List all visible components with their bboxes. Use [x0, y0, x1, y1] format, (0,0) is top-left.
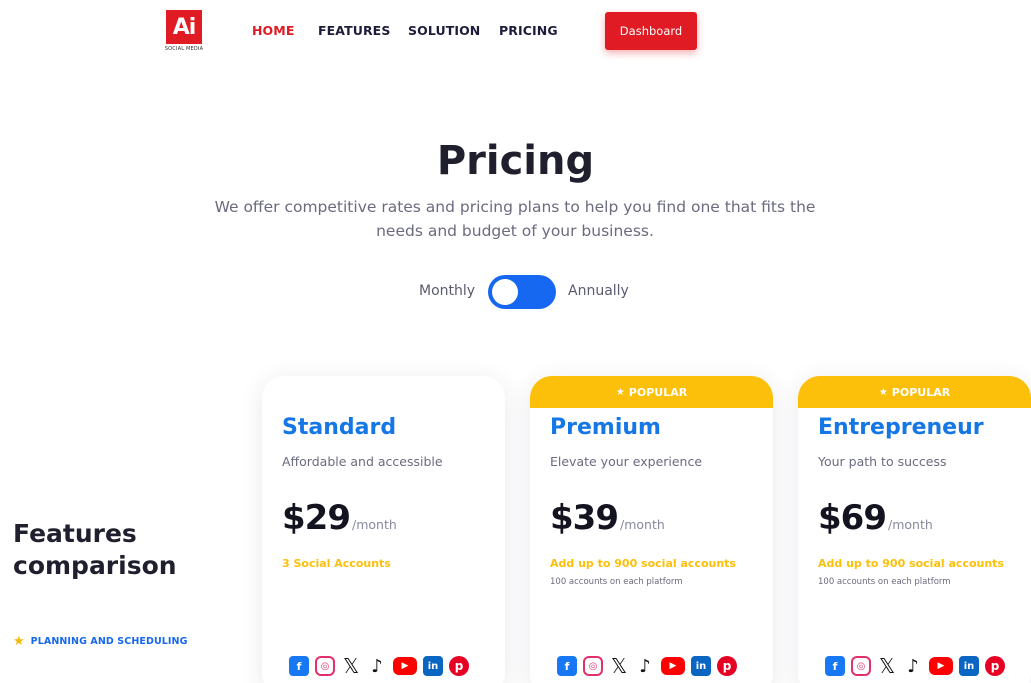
linkedin-icon: in	[423, 656, 443, 676]
plan-name: Premium	[550, 415, 661, 440]
plan-tagline: Your path to success	[818, 454, 947, 469]
plan-tagline: Elevate your experience	[550, 454, 703, 469]
social-icons-row: f ◎ 𝕏 ♪ ▶ in p	[825, 654, 1005, 678]
pinterest-icon: p	[449, 656, 469, 676]
nav-link-home[interactable]: HOME	[252, 23, 294, 38]
x-icon: 𝕏	[610, 654, 628, 678]
tiktok-icon: ♪	[639, 655, 651, 677]
popular-badge: ★ POPULAR	[798, 376, 1031, 408]
x-icon: 𝕏	[878, 654, 896, 678]
social-icons-row: f ◎ 𝕏 ♪ ▶ in p	[289, 654, 469, 678]
plan-price: $39 /month	[550, 498, 665, 538]
pinterest-icon: p	[717, 656, 737, 676]
plan-accounts: 3 Social Accounts	[282, 557, 391, 570]
plan-price: $69 /month	[818, 498, 933, 538]
billing-toggle-row: Monthly Annually	[0, 274, 1031, 310]
facebook-icon: f	[557, 656, 577, 676]
feature-category: ★ PLANNING AND SCHEDULING	[13, 634, 188, 649]
plan-card-entrepreneur[interactable]: ★ POPULAR Entrepreneur Your path to succ…	[798, 376, 1031, 683]
toggle-label-monthly[interactable]: Monthly	[419, 283, 475, 299]
features-title-line1: Features	[13, 519, 137, 548]
plan-price-amount: $29	[282, 498, 351, 538]
star-icon: ★	[615, 386, 625, 398]
tiktok-icon: ♪	[907, 655, 919, 677]
top-nav: Ai SOCIAL MEDIA HOME FEATURES SOLUTION P…	[0, 0, 1031, 70]
nav-link-features[interactable]: FEATURES	[318, 23, 390, 38]
plan-price: $29 /month	[282, 498, 397, 538]
plan-accounts: Add up to 900 social accounts	[818, 557, 1004, 570]
linkedin-icon: in	[691, 656, 711, 676]
page-subtitle: We offer competitive rates and pricing p…	[214, 198, 816, 240]
dashboard-button[interactable]: Dashboard	[605, 12, 697, 50]
pinterest-icon: p	[985, 656, 1005, 676]
popular-badge: ★ POPULAR	[530, 376, 773, 408]
youtube-icon: ▶	[929, 657, 953, 675]
plan-tagline: Affordable and accessible	[282, 454, 443, 469]
instagram-icon: ◎	[851, 656, 871, 676]
plan-note: 100 accounts on each platform	[818, 577, 951, 587]
features-title-line2: comparison	[13, 551, 177, 580]
features-comparison-title: Features comparison	[13, 518, 177, 582]
logo-mark: Ai	[166, 10, 202, 44]
social-icons-row: f ◎ 𝕏 ♪ ▶ in p	[557, 654, 737, 678]
instagram-icon: ◎	[583, 656, 603, 676]
plan-price-period: /month	[619, 517, 665, 532]
instagram-icon: ◎	[315, 656, 335, 676]
page-title: Pricing	[436, 138, 595, 184]
star-icon: ★	[13, 634, 25, 649]
brand-logo[interactable]: Ai SOCIAL MEDIA	[164, 10, 204, 56]
youtube-icon: ▶	[393, 657, 417, 675]
plan-price-period: /month	[351, 517, 397, 532]
billing-toggle-switch[interactable]	[488, 275, 556, 309]
toggle-knob	[492, 279, 518, 305]
plan-name: Entrepreneur	[818, 415, 984, 440]
nav-link-solution[interactable]: SOLUTION	[408, 23, 480, 38]
plan-accounts: Add up to 900 social accounts	[550, 557, 736, 570]
tiktok-icon: ♪	[371, 655, 383, 677]
youtube-icon: ▶	[661, 657, 685, 675]
plan-note: 100 accounts on each platform	[550, 577, 683, 587]
toggle-label-annually[interactable]: Annually	[568, 283, 629, 299]
linkedin-icon: in	[959, 656, 979, 676]
nav-link-pricing[interactable]: PRICING	[499, 23, 558, 38]
popular-badge-label: POPULAR	[628, 385, 688, 399]
plan-price-amount: $69	[818, 498, 887, 538]
popular-badge-label: POPULAR	[891, 385, 951, 399]
plan-card-standard[interactable]: Standard Affordable and accessible $29 /…	[262, 376, 505, 683]
plan-price-period: /month	[887, 517, 933, 532]
feature-category-label: PLANNING AND SCHEDULING	[30, 636, 188, 647]
facebook-icon: f	[825, 656, 845, 676]
x-icon: 𝕏	[342, 654, 360, 678]
star-icon: ★	[878, 386, 888, 398]
facebook-icon: f	[289, 656, 309, 676]
plan-price-amount: $39	[550, 498, 619, 538]
logo-subtext: SOCIAL MEDIA	[164, 46, 204, 52]
plan-card-premium[interactable]: ★ POPULAR Premium Elevate your experienc…	[530, 376, 773, 683]
plan-name: Standard	[282, 415, 397, 440]
